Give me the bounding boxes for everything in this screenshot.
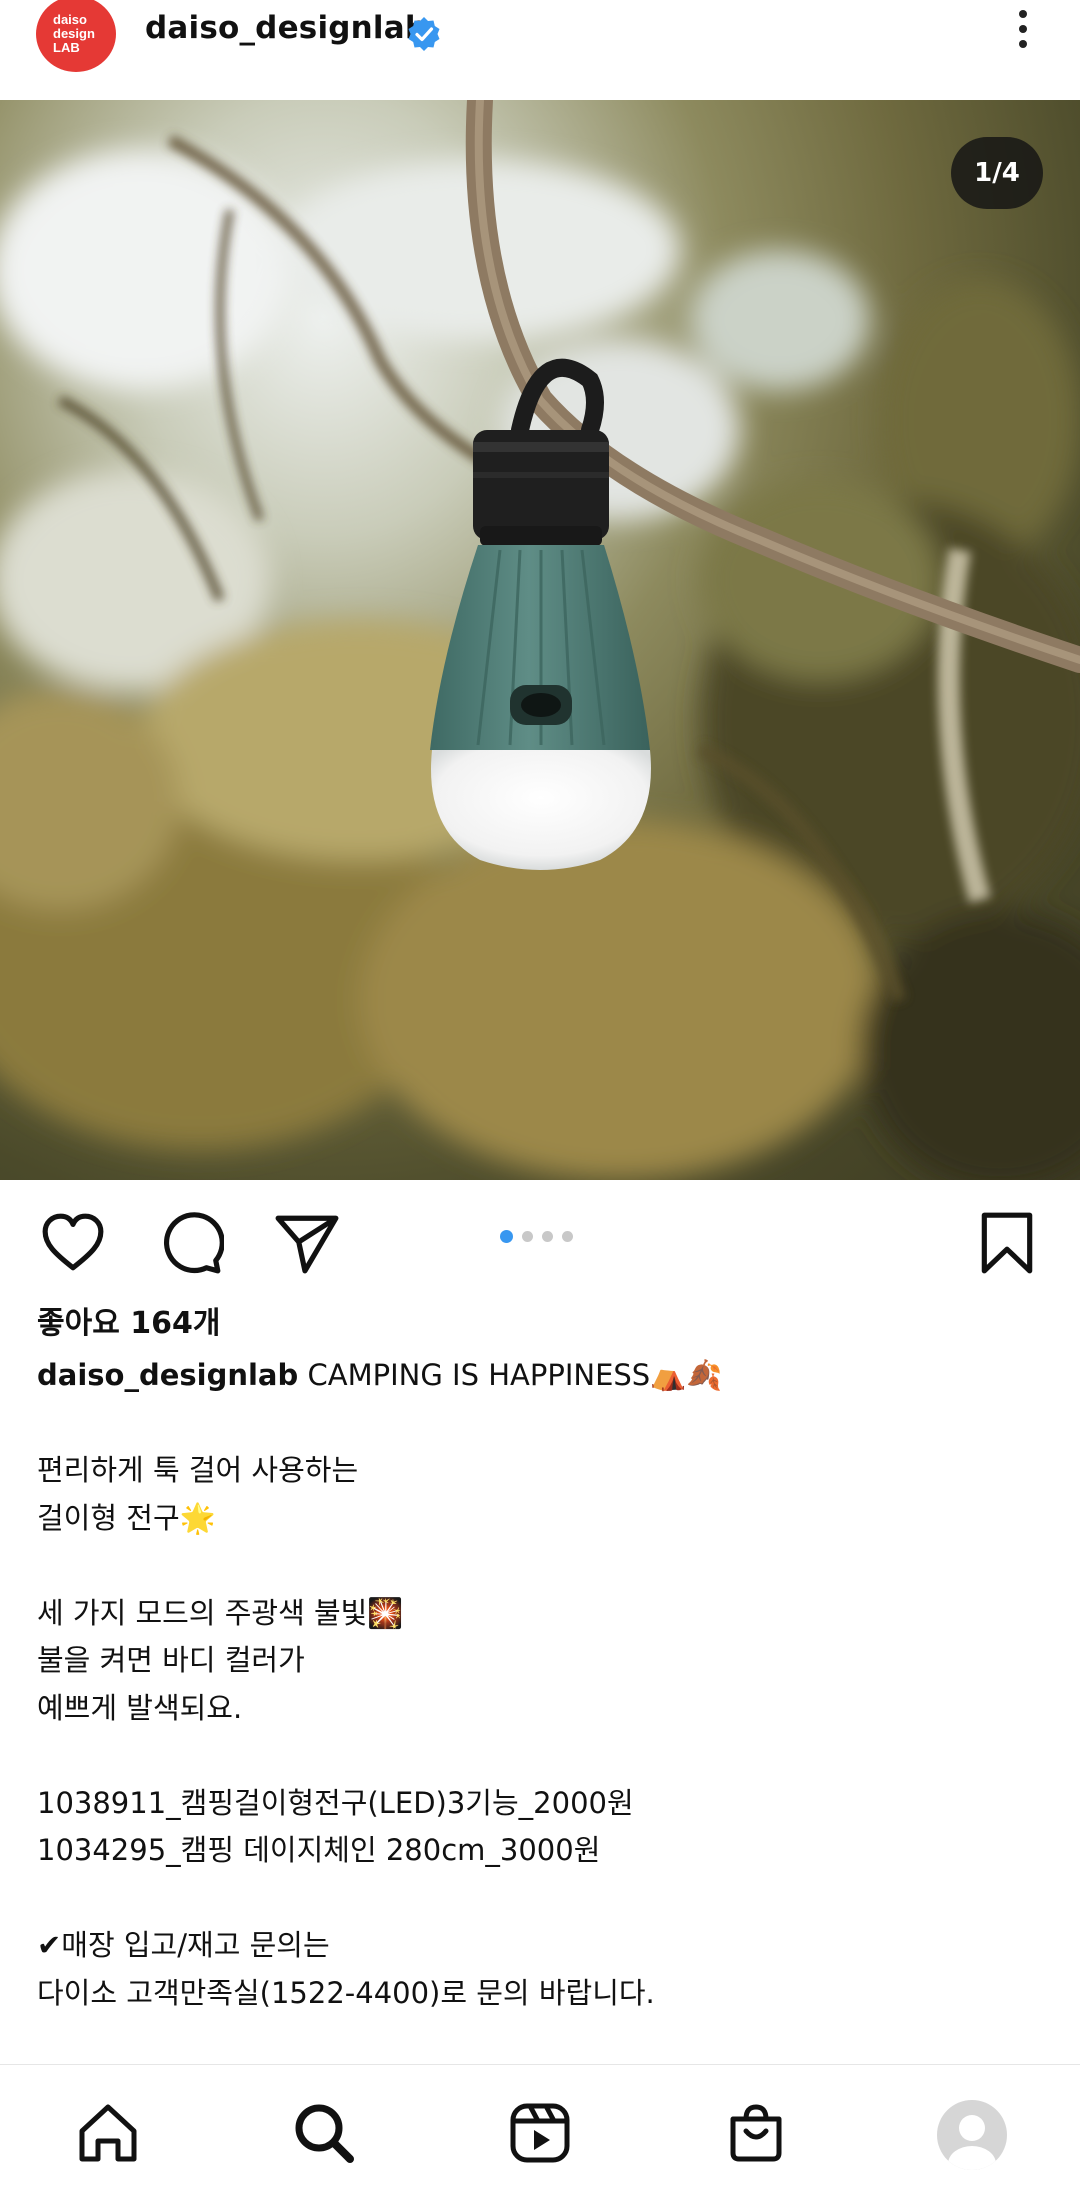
- verified-badge-icon: [408, 17, 440, 51]
- carousel-dot: [562, 1231, 573, 1242]
- caption-text: CAMPING IS HAPPINESS⛺🍂 편리하게 툭 걸어 사용하는 걸이…: [37, 1358, 723, 2010]
- bookmark-icon[interactable]: [974, 1210, 1040, 1276]
- home-icon[interactable]: [76, 2101, 140, 2165]
- caption-username[interactable]: daiso_designlab: [37, 1358, 298, 1392]
- carousel-dot: [522, 1231, 533, 1242]
- likes-count[interactable]: 좋아요 164개: [37, 1298, 220, 1342]
- reels-icon[interactable]: [508, 2101, 572, 2165]
- search-icon[interactable]: [292, 2101, 356, 2165]
- avatar-text-3: LAB: [53, 40, 80, 55]
- avatar-text-2: design: [53, 26, 95, 41]
- carousel-dot: [542, 1231, 553, 1242]
- post-caption: daiso_designlab CAMPING IS HAPPINESS⛺🍂 편…: [37, 1352, 1047, 2017]
- carousel-dot-active: [500, 1230, 513, 1243]
- bottom-navigation: [0, 2064, 1080, 2195]
- comment-icon[interactable]: [158, 1210, 224, 1276]
- post-header: daiso design LAB daiso_designlab: [0, 0, 1080, 100]
- account-username[interactable]: daiso_designlab: [145, 10, 427, 46]
- post-actions: [0, 1180, 1080, 1300]
- profile-avatar[interactable]: [937, 2100, 1007, 2170]
- post-image[interactable]: 1/4: [0, 100, 1080, 1180]
- avatar-text-1: daiso: [53, 12, 87, 27]
- account-avatar[interactable]: daiso design LAB: [36, 0, 116, 72]
- more-options-icon[interactable]: [1016, 10, 1030, 56]
- carousel-indicator: [500, 1230, 573, 1243]
- heart-icon[interactable]: [40, 1210, 106, 1276]
- shopping-bag-icon[interactable]: [724, 2101, 788, 2165]
- image-counter: 1/4: [951, 137, 1043, 209]
- send-icon[interactable]: [274, 1210, 340, 1276]
- default-profile-icon: [948, 2115, 996, 2170]
- lantern-photo: [0, 100, 1080, 1180]
